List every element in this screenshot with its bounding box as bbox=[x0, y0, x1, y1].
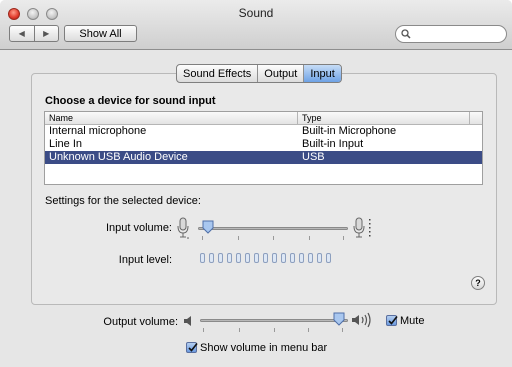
input-volume-track[interactable] bbox=[198, 227, 348, 230]
help-button[interactable]: ? bbox=[471, 276, 485, 290]
mute-label: Mute bbox=[400, 315, 425, 327]
device-list-heading: Choose a device for sound input bbox=[45, 95, 216, 107]
input-level-meter bbox=[200, 253, 335, 263]
device-type: Built-in Microphone bbox=[302, 125, 397, 137]
speaker-low-icon bbox=[184, 316, 191, 326]
microphone-low-icon bbox=[177, 217, 189, 239]
checkmark-icon bbox=[188, 343, 198, 352]
window-title: Sound bbox=[238, 6, 274, 20]
tab-output[interactable]: Output bbox=[258, 65, 305, 82]
level-segment bbox=[299, 253, 304, 263]
level-segment bbox=[245, 253, 250, 263]
device-name: Unknown USB Audio Device bbox=[49, 151, 188, 163]
back-forward-control: ◀ ▶ bbox=[9, 25, 59, 42]
table-row-selected[interactable]: Unknown USB Audio Device USB bbox=[45, 151, 482, 164]
search-field[interactable] bbox=[395, 25, 507, 43]
search-icon bbox=[401, 29, 411, 39]
table-row[interactable]: Line In Built-in Input bbox=[45, 138, 482, 151]
level-segment bbox=[200, 253, 205, 263]
level-segment bbox=[290, 253, 295, 263]
level-segment bbox=[227, 253, 232, 263]
speaker-high-icon bbox=[352, 312, 371, 328]
level-segment bbox=[281, 253, 286, 263]
device-name: Line In bbox=[49, 138, 83, 150]
input-volume-label: Input volume: bbox=[105, 222, 172, 234]
column-header-name[interactable]: Name bbox=[45, 112, 298, 124]
level-segment bbox=[326, 253, 331, 263]
level-segment bbox=[272, 253, 277, 263]
level-segment bbox=[236, 253, 241, 263]
level-segment bbox=[209, 253, 214, 263]
level-segment bbox=[263, 253, 268, 263]
titlebar: Sound ◀ ▶ Show All bbox=[0, 0, 512, 50]
table-row[interactable]: Internal microphone Built-in Microphone bbox=[45, 125, 482, 138]
mute-checkbox[interactable] bbox=[386, 315, 398, 326]
show-all-button[interactable]: Show All bbox=[64, 25, 137, 42]
forward-button[interactable]: ▶ bbox=[35, 26, 59, 41]
output-volume-track[interactable] bbox=[200, 319, 348, 322]
level-segment bbox=[308, 253, 313, 263]
device-name: Internal microphone bbox=[49, 125, 147, 137]
column-header-type[interactable]: Type bbox=[298, 112, 470, 124]
preferences-panel bbox=[31, 73, 497, 305]
input-level-label: Input level: bbox=[118, 254, 172, 266]
level-segment bbox=[218, 253, 223, 263]
output-volume-slider-thumb[interactable] bbox=[333, 312, 345, 326]
device-settings-label: Settings for the selected device: bbox=[45, 195, 201, 207]
back-button[interactable]: ◀ bbox=[10, 26, 35, 41]
device-type: Built-in Input bbox=[302, 138, 364, 150]
microphone-high-icon bbox=[353, 217, 371, 238]
tab-bar: Sound Effects Output Input bbox=[176, 64, 342, 83]
input-device-table: Name Type Internal microphone Built-in M… bbox=[44, 111, 483, 185]
tab-sound-effects[interactable]: Sound Effects bbox=[177, 65, 259, 82]
table-header: Name Type bbox=[45, 112, 482, 125]
tab-input[interactable]: Input bbox=[304, 65, 341, 82]
level-segment bbox=[317, 253, 322, 263]
output-volume-label: Output volume: bbox=[103, 316, 178, 328]
device-type: USB bbox=[302, 151, 325, 163]
show-volume-menubar-checkbox[interactable] bbox=[186, 342, 198, 353]
show-volume-menubar-label: Show volume in menu bar bbox=[200, 342, 328, 354]
sound-preferences-window: Sound ◀ ▶ Show All Sound Effects Output … bbox=[0, 0, 512, 367]
input-volume-slider-thumb[interactable] bbox=[202, 220, 214, 234]
level-segment bbox=[254, 253, 259, 263]
checkmark-icon bbox=[388, 316, 398, 325]
